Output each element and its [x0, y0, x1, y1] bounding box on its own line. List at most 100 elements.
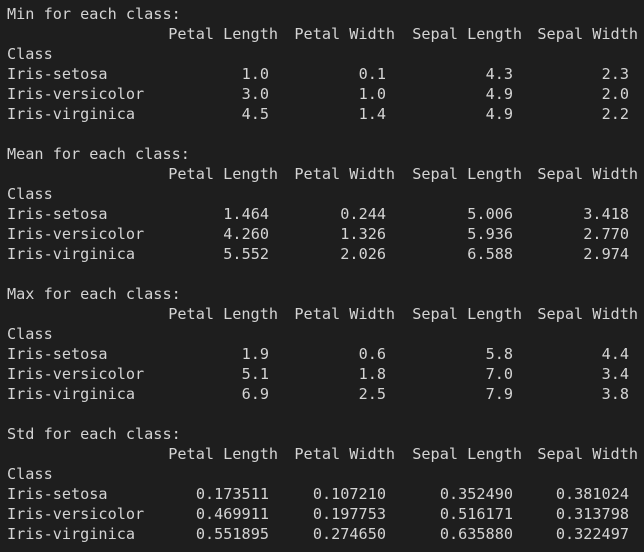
- column-header: Sepal Width: [537, 25, 638, 43]
- table-cell: 4.260: [223, 225, 269, 243]
- table-cell: 5.8: [485, 345, 513, 363]
- section-title-line: Std for each class:: [0, 424, 644, 444]
- section-title: Std for each class:: [7, 425, 181, 443]
- row-class-label: Iris-setosa: [7, 65, 108, 83]
- table-cell: 0.107210: [312, 485, 386, 503]
- index-label-row: Class: [0, 464, 644, 484]
- table-cell: 2.770: [583, 225, 629, 243]
- table-cell: 2.974: [583, 245, 629, 263]
- row-class-label: Iris-virginica: [7, 385, 136, 403]
- table-cell: 0.274650: [312, 525, 386, 543]
- table-cell: 4.9: [485, 105, 513, 123]
- table-cell: 0.635880: [439, 525, 513, 543]
- table-cell: 5.552: [223, 245, 269, 263]
- column-header: Sepal Width: [537, 305, 638, 323]
- column-header: Petal Width: [294, 445, 395, 463]
- table-cell: 4.9: [485, 85, 513, 103]
- table-cell: 1.0: [358, 85, 386, 103]
- row-class-label: Iris-setosa: [7, 205, 108, 223]
- table-cell: 1.326: [340, 225, 386, 243]
- stats-table: Std for each class: Petal Length Petal Wid…: [0, 424, 644, 544]
- table-cell: 1.4: [358, 105, 386, 123]
- column-header-row: Petal Length Petal Width Sepal Length Sepal…: [0, 304, 644, 324]
- table-cell: 3.4: [601, 365, 629, 383]
- index-label: Class: [7, 45, 53, 63]
- column-header: Sepal Width: [537, 445, 638, 463]
- table-cell: 2.3: [601, 65, 629, 83]
- table-cell: 3.8: [601, 385, 629, 403]
- section-title: Min for each class:: [7, 5, 181, 23]
- column-header: Sepal Length: [412, 25, 522, 43]
- table-cell: 1.8: [358, 365, 386, 383]
- table-cell: 4.3: [485, 65, 513, 83]
- table-row: Iris-virginica 6.9 2.5 7.9 3.8: [0, 384, 644, 404]
- table-row: Iris-setosa 0.173511 0.107210 0.352490 0.381…: [0, 484, 644, 504]
- table-cell: 0.516171: [439, 505, 513, 523]
- table-cell: 0.551895: [195, 525, 269, 543]
- column-header: Petal Length: [168, 25, 278, 43]
- row-class-label: Iris-versicolor: [7, 225, 145, 243]
- table-cell: 5.006: [467, 205, 513, 223]
- column-header: Petal Width: [294, 165, 395, 183]
- table-row: Iris-versicolor 3.0 1.0 4.9 2.0: [0, 84, 644, 104]
- table-cell: 0.244: [340, 205, 386, 223]
- table-cell: 0.6: [358, 345, 386, 363]
- section-title-line: Min for each class:: [0, 4, 644, 24]
- section-title: Max for each class:: [7, 285, 181, 303]
- column-header: Sepal Length: [412, 445, 522, 463]
- table-row: Iris-virginica 5.552 2.026 6.588 2.974: [0, 244, 644, 264]
- table-cell: 5.936: [467, 225, 513, 243]
- section-title-line: Mean for each class:: [0, 144, 644, 164]
- table-row: Iris-versicolor 0.469911 0.197753 0.516171 0…: [0, 504, 644, 524]
- table-cell: 1.9: [241, 345, 269, 363]
- table-cell: 7.9: [485, 385, 513, 403]
- column-header: Petal Length: [168, 165, 278, 183]
- column-header-row: Petal Length Petal Width Sepal Length Sepal…: [0, 164, 644, 184]
- table-row: Iris-setosa 1.0 0.1 4.3 2.3: [0, 64, 644, 84]
- row-class-label: Iris-setosa: [7, 485, 108, 503]
- table-cell: 0.1: [358, 65, 386, 83]
- index-label: Class: [7, 325, 53, 343]
- table-cell: 3.0: [241, 85, 269, 103]
- column-header: Sepal Length: [412, 165, 522, 183]
- table-cell: 6.588: [467, 245, 513, 263]
- row-class-label: Iris-virginica: [7, 245, 136, 263]
- column-header: Sepal Width: [537, 165, 638, 183]
- row-class-label: Iris-versicolor: [7, 85, 145, 103]
- table-cell: 0.322497: [555, 525, 629, 543]
- row-class-label: Iris-virginica: [7, 525, 136, 543]
- table-cell: 2.2: [601, 105, 629, 123]
- table-cell: 1.0: [241, 65, 269, 83]
- column-header: Petal Width: [294, 305, 395, 323]
- row-class-label: Iris-setosa: [7, 345, 108, 363]
- row-class-label: Iris-versicolor: [7, 505, 145, 523]
- table-row: Iris-versicolor 5.1 1.8 7.0 3.4: [0, 364, 644, 384]
- stats-table: Mean for each class: Petal Length Petal Wi…: [0, 144, 644, 264]
- table-cell: 6.9: [241, 385, 269, 403]
- table-cell: 0.313798: [555, 505, 629, 523]
- table-row: Iris-virginica 0.551895 0.274650 0.635880 0.…: [0, 524, 644, 544]
- index-label-row: Class: [0, 44, 644, 64]
- stats-table: Min for each class: Petal Length Petal Wid…: [0, 4, 644, 124]
- index-label-row: Class: [0, 184, 644, 204]
- table-cell: 7.0: [485, 365, 513, 383]
- table-cell: 1.464: [223, 205, 269, 223]
- table-cell: 2.0: [601, 85, 629, 103]
- section-title: Mean for each class:: [7, 145, 190, 163]
- section-title-line: Max for each class:: [0, 284, 644, 304]
- table-cell: 2.026: [340, 245, 386, 263]
- table-cell: 0.173511: [195, 485, 269, 503]
- column-header: Petal Length: [168, 305, 278, 323]
- column-header: Petal Length: [168, 445, 278, 463]
- table-cell: 2.5: [358, 385, 386, 403]
- column-header: Sepal Length: [412, 305, 522, 323]
- table-row: Iris-setosa 1.464 0.244 5.006 3.418: [0, 204, 644, 224]
- table-row: Iris-virginica 4.5 1.4 4.9 2.2: [0, 104, 644, 124]
- index-label-row: Class: [0, 324, 644, 344]
- column-header: Petal Width: [294, 25, 395, 43]
- column-header-row: Petal Length Petal Width Sepal Length Sepal…: [0, 444, 644, 464]
- table-row: Iris-setosa 1.9 0.6 5.8 4.4: [0, 344, 644, 364]
